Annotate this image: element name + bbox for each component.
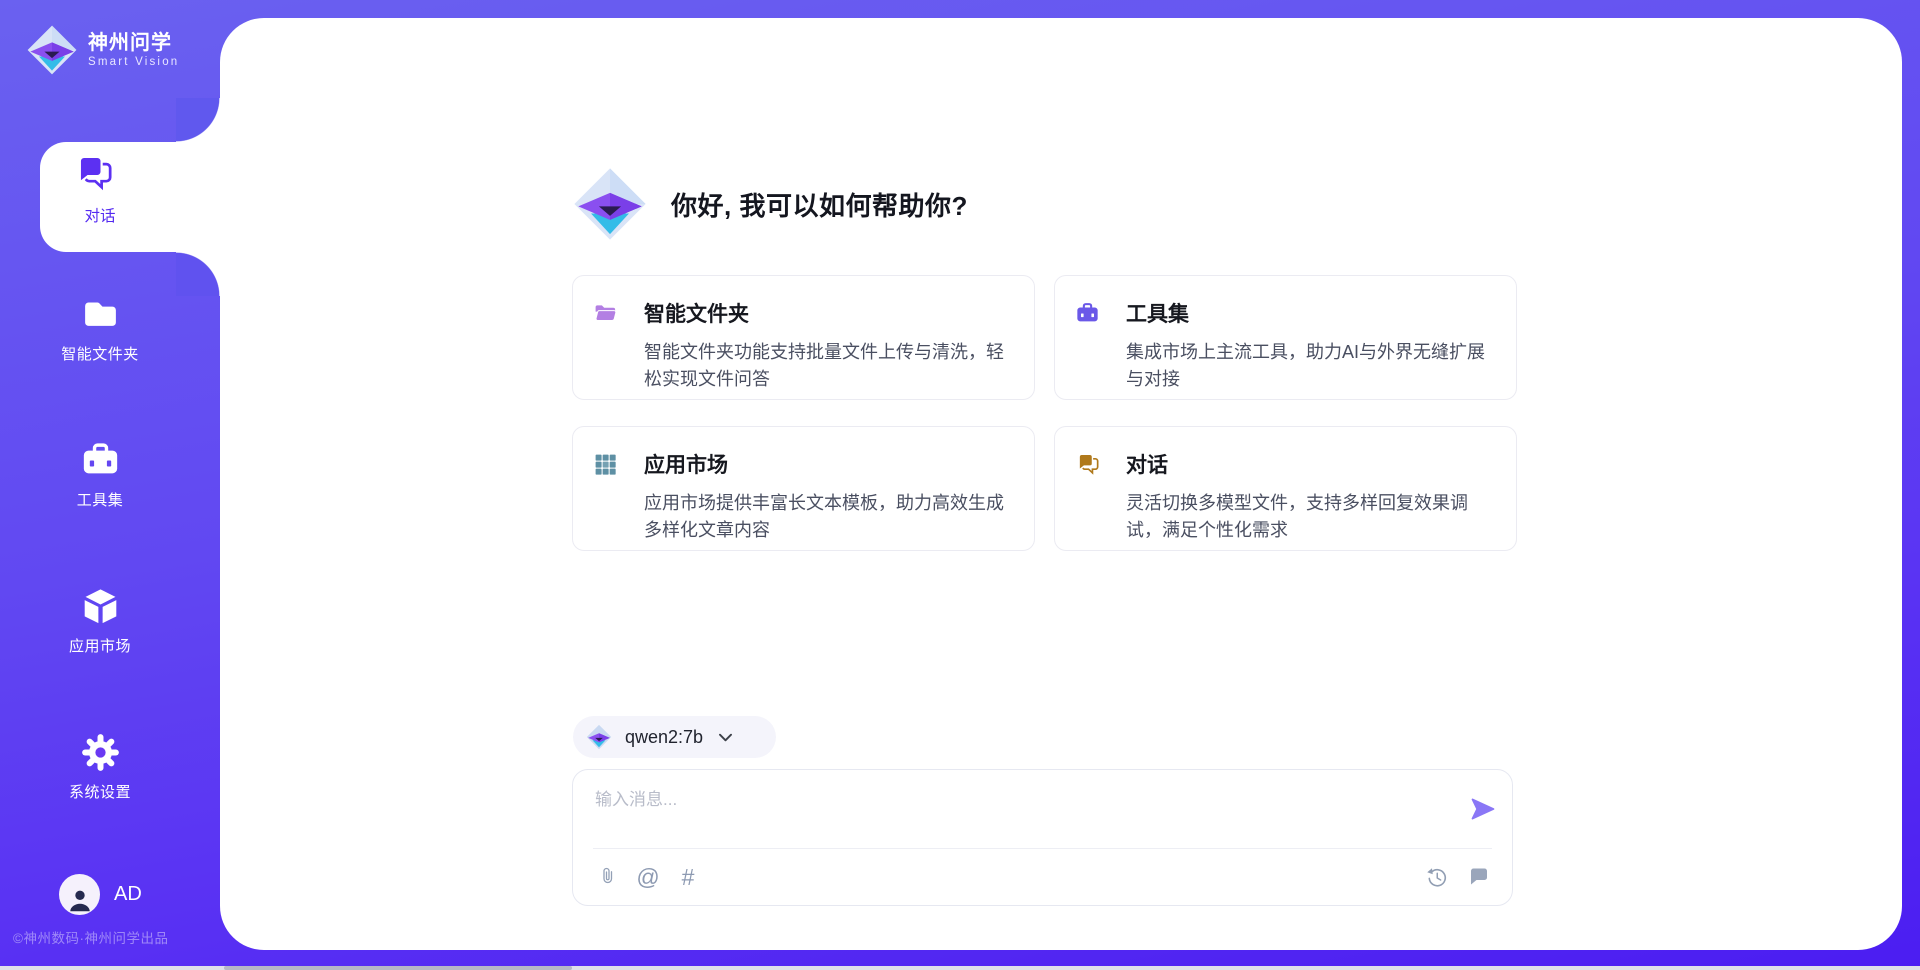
history-icon — [1425, 865, 1449, 889]
hash-icon: # — [682, 866, 695, 889]
briefcase-icon — [1075, 301, 1100, 326]
card-description: 应用市场提供丰富长文本模板，助力高效生成多样化文章内容 — [644, 490, 1020, 544]
attach-file-button[interactable] — [593, 862, 623, 892]
card-title: 对话 — [1126, 449, 1168, 479]
chat-bubbles-icon — [73, 153, 114, 194]
at-icon: @ — [636, 866, 659, 889]
card-smart-folder[interactable]: 智能文件夹 智能文件夹功能支持批量文件上传与清洗，轻松实现文件问答 — [572, 275, 1035, 400]
scrollbar-thumb[interactable] — [224, 966, 572, 970]
main-panel: 你好, 我可以如何帮助你? 智能文件夹 智能文件夹功能支持批量文件上传与清洗，轻… — [220, 18, 1902, 950]
user-name: AD — [114, 883, 142, 906]
brand-subtitle: Smart Vision — [88, 55, 179, 70]
card-chat[interactable]: 对话 灵活切换多模型文件，支持多样回复效果调试，满足个性化需求 — [1054, 426, 1517, 551]
sidebar-item-chat[interactable]: 对话 — [40, 142, 224, 252]
sidebar: 神州问学 Smart Vision 对话 智能文件夹 — [0, 0, 220, 970]
card-title: 智能文件夹 — [644, 298, 749, 328]
paperclip-icon — [596, 865, 620, 889]
brand-name: 神州问学 — [88, 31, 179, 55]
card-description: 集成市场上主流工具，助力AI与外界无缝扩展与对接 — [1126, 339, 1502, 393]
feature-cards: 智能文件夹 智能文件夹功能支持批量文件上传与清洗，轻松实现文件问答 工具集 集成… — [572, 275, 1517, 551]
active-tab-curve-top — [176, 98, 220, 142]
brand: 神州问学 Smart Vision — [26, 24, 179, 76]
sidebar-item-app-market[interactable]: 应用市场 — [0, 586, 200, 656]
sidebar-item-smart-folder[interactable]: 智能文件夹 — [0, 294, 200, 364]
active-tab-curve-bottom — [176, 252, 220, 296]
sidebar-item-settings[interactable]: 系统设置 — [0, 732, 200, 802]
model-selector[interactable]: qwen2:7b — [573, 716, 776, 758]
history-button[interactable] — [1422, 862, 1452, 892]
card-app-market[interactable]: 应用市场 应用市场提供丰富长文本模板，助力高效生成多样化文章内容 — [572, 426, 1035, 551]
new-chat-button[interactable] — [1464, 862, 1494, 892]
folder-icon — [80, 294, 121, 335]
chat-bubbles-icon — [1075, 452, 1100, 477]
gear-icon — [80, 732, 121, 773]
sidebar-item-label: 对话 — [40, 204, 160, 226]
sidebar-item-label: 系统设置 — [69, 781, 131, 802]
briefcase-icon — [80, 440, 121, 481]
sidebar-item-label: 工具集 — [77, 489, 124, 510]
chevron-down-icon — [716, 728, 735, 747]
composer-toolbar: @ # — [593, 849, 1494, 905]
card-title: 应用市场 — [644, 449, 728, 479]
card-toolset[interactable]: 工具集 集成市场上主流工具，助力AI与外界无缝扩展与对接 — [1054, 275, 1517, 400]
copyright-footer: ©神州数码·神州问学出品 — [13, 927, 168, 947]
horizontal-scrollbar[interactable] — [0, 966, 1920, 970]
chat-bubble-icon — [1467, 865, 1491, 889]
sidebar-item-label: 应用市场 — [69, 635, 131, 656]
send-button[interactable] — [1468, 795, 1498, 825]
card-description: 智能文件夹功能支持批量文件上传与清洗，轻松实现文件问答 — [644, 339, 1020, 393]
greeting-title: 你好, 我可以如何帮助你? — [671, 186, 968, 223]
topic-button[interactable]: # — [673, 862, 703, 892]
mention-button[interactable]: @ — [633, 862, 663, 892]
avatar — [59, 874, 100, 915]
sidebar-item-label: 智能文件夹 — [61, 343, 139, 364]
sidebar-item-toolset[interactable]: 工具集 — [0, 440, 200, 510]
user-menu[interactable]: AD — [59, 874, 142, 915]
cube-icon — [80, 586, 121, 627]
send-icon — [1469, 795, 1497, 823]
model-logo-icon — [586, 724, 612, 750]
greeting: 你好, 我可以如何帮助你? — [572, 166, 968, 242]
card-title: 工具集 — [1126, 298, 1189, 328]
person-icon — [65, 885, 95, 915]
brand-logo-icon — [26, 24, 78, 76]
message-input[interactable] — [593, 783, 1453, 841]
folder-icon — [593, 301, 618, 326]
assistant-logo-icon — [572, 166, 648, 242]
app-window: 神州问学 Smart Vision 对话 智能文件夹 — [0, 0, 1920, 970]
card-description: 灵活切换多模型文件，支持多样回复效果调试，满足个性化需求 — [1126, 490, 1502, 544]
grid-icon — [593, 452, 618, 477]
composer: @ # — [572, 769, 1513, 906]
model-name: qwen2:7b — [625, 727, 703, 748]
